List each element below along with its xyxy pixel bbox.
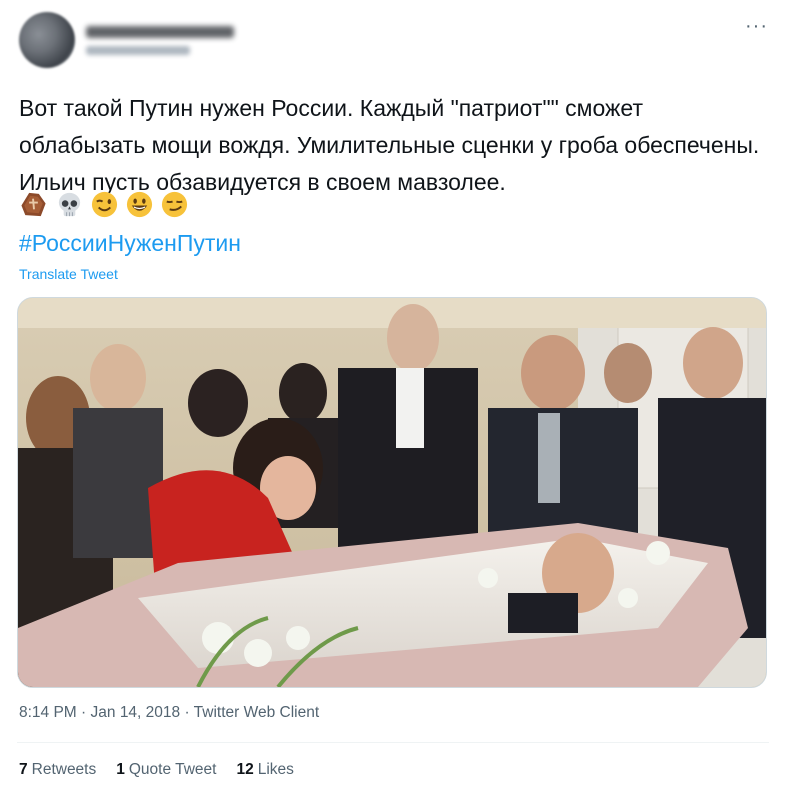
quote-tweets-stat[interactable]: 1 Quote Tweet <box>116 761 216 779</box>
winking-face-icon <box>90 190 119 219</box>
translate-tweet-link[interactable]: Translate Tweet <box>19 266 118 282</box>
more-options-icon[interactable]: ··· <box>745 15 768 38</box>
meta-separator: · <box>180 704 194 721</box>
grinning-face-icon <box>125 190 154 219</box>
author-name-blurred[interactable] <box>86 26 234 38</box>
divider <box>17 742 769 743</box>
likes-label: Likes <box>257 761 294 778</box>
smirking-face-icon <box>160 190 189 219</box>
hashtag-link[interactable]: #РоссииНуженПутин <box>19 228 241 258</box>
tweet-text: Вот такой Путин нужен России. Каждый "па… <box>19 95 760 195</box>
author-handle-blurred[interactable] <box>86 46 190 55</box>
tweet-metadata: 8:14 PM · Jan 14, 2018 · Twitter Web Cli… <box>19 704 319 722</box>
quote-tweets-count: 1 <box>116 761 125 778</box>
tweet-stats: 7 Retweets 1 Quote Tweet 12 Likes <box>19 761 294 779</box>
retweets-stat[interactable]: 7 Retweets <box>19 761 96 779</box>
meta-separator: · <box>76 704 91 721</box>
tweet-time[interactable]: 8:14 PM <box>19 704 77 721</box>
tweet-card: ··· Вот такой Путин нужен России. Каждый… <box>0 0 786 800</box>
skull-icon <box>55 190 84 219</box>
retweets-count: 7 <box>19 761 28 778</box>
tweet-photo[interactable] <box>17 297 767 688</box>
likes-stat[interactable]: 12 Likes <box>236 761 293 779</box>
likes-count: 12 <box>236 761 254 778</box>
quote-tweets-label: Quote Tweet <box>128 761 217 778</box>
tweet-client[interactable]: Twitter Web Client <box>194 704 319 721</box>
coffin-icon <box>19 190 49 219</box>
emoji-row <box>19 186 189 222</box>
photo-scene <box>18 298 766 687</box>
retweets-label: Retweets <box>31 761 97 778</box>
tweet-date[interactable]: Jan 14, 2018 <box>91 704 181 721</box>
author-avatar[interactable] <box>19 12 75 68</box>
